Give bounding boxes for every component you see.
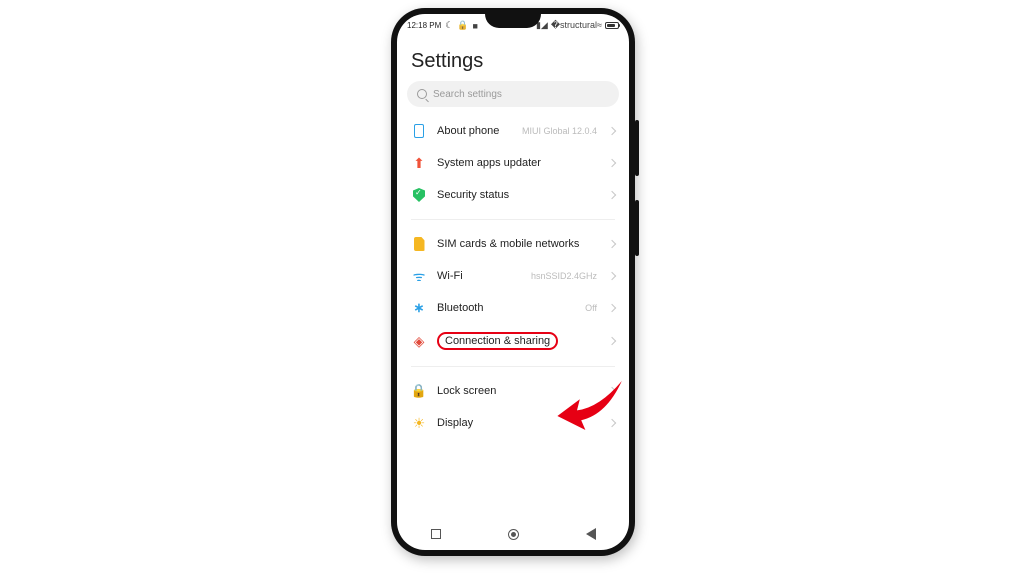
chevron-right-icon xyxy=(608,337,616,345)
clock: 12:18 PM xyxy=(407,21,441,30)
update-icon: ⬆ xyxy=(411,155,427,171)
wifi-icon: ᯤ xyxy=(411,268,427,284)
lock-icon: 🔒 xyxy=(411,383,427,399)
search-icon xyxy=(417,89,427,99)
chevron-right-icon xyxy=(608,191,616,199)
list-item-sim-cards[interactable]: SIM cards & mobile networks xyxy=(397,228,629,260)
phone-frame: 12:18 PM ☾ 🔒 ■ ▮◢ �structural≈ Settings … xyxy=(391,8,635,556)
list-item-label: About phone xyxy=(437,125,512,137)
divider xyxy=(411,219,615,220)
list-item-label: Security status xyxy=(437,189,597,201)
chevron-right-icon xyxy=(608,387,616,395)
side-button xyxy=(635,200,639,256)
list-item-label: Connection & sharing xyxy=(437,332,597,350)
camera-icon: ■ xyxy=(473,21,478,31)
list-item-label: Wi-Fi xyxy=(437,270,521,282)
sun-icon: ☀ xyxy=(411,415,427,431)
list-item-security-status[interactable]: Security status xyxy=(397,179,629,211)
list-item-about-phone[interactable]: About phone MIUI Global 12.0.4 xyxy=(397,115,629,147)
list-item-value: MIUI Global 12.0.4 xyxy=(522,126,597,136)
dnd-icon: ☾ xyxy=(445,20,453,31)
list-item-connection-and-sharing[interactable]: ◈ Connection & sharing xyxy=(397,324,629,358)
search-placeholder: Search settings xyxy=(433,89,502,100)
chevron-right-icon xyxy=(608,240,616,248)
bluetooth-icon: ∗ xyxy=(411,300,427,316)
back-button[interactable] xyxy=(586,528,596,540)
list-item-display[interactable]: ☀ Display xyxy=(397,407,629,439)
list-item-label: Bluetooth xyxy=(437,302,575,314)
side-button xyxy=(635,120,639,176)
divider xyxy=(411,366,615,367)
phone-screen: 12:18 PM ☾ 🔒 ■ ▮◢ �structural≈ Settings … xyxy=(397,14,629,550)
chevron-right-icon xyxy=(608,127,616,135)
recents-button[interactable] xyxy=(431,529,441,539)
list-item-label: SIM cards & mobile networks xyxy=(437,238,597,250)
shield-icon xyxy=(411,187,427,203)
home-button[interactable] xyxy=(508,529,519,540)
chevron-right-icon xyxy=(608,159,616,167)
share-icon: ◈ xyxy=(411,333,427,349)
list-item-label: Lock screen xyxy=(437,385,597,397)
chevron-right-icon xyxy=(608,419,616,427)
search-input[interactable]: Search settings xyxy=(407,81,619,107)
list-item-value: Off xyxy=(585,303,597,313)
wifi-icon: �structural≈ xyxy=(551,20,602,31)
list-item-bluetooth[interactable]: ∗ Bluetooth Off xyxy=(397,292,629,324)
chevron-right-icon xyxy=(608,304,616,312)
page-title: Settings xyxy=(397,34,629,81)
lock-icon: 🔒 xyxy=(457,20,468,31)
list-item-label: Display xyxy=(437,417,597,429)
list-item-value: hsnSSID2.4GHz xyxy=(531,271,597,281)
sim-icon xyxy=(411,236,427,252)
phone-icon xyxy=(411,123,427,139)
chevron-right-icon xyxy=(608,272,616,280)
list-item-wifi[interactable]: ᯤ Wi-Fi hsnSSID2.4GHz xyxy=(397,260,629,292)
list-item-system-apps-updater[interactable]: ⬆ System apps updater xyxy=(397,147,629,179)
battery-icon xyxy=(605,22,619,29)
display-notch xyxy=(485,14,541,28)
nav-bar xyxy=(397,518,629,550)
list-item-label: System apps updater xyxy=(437,157,597,169)
list-item-lock-screen[interactable]: 🔒 Lock screen xyxy=(397,375,629,407)
